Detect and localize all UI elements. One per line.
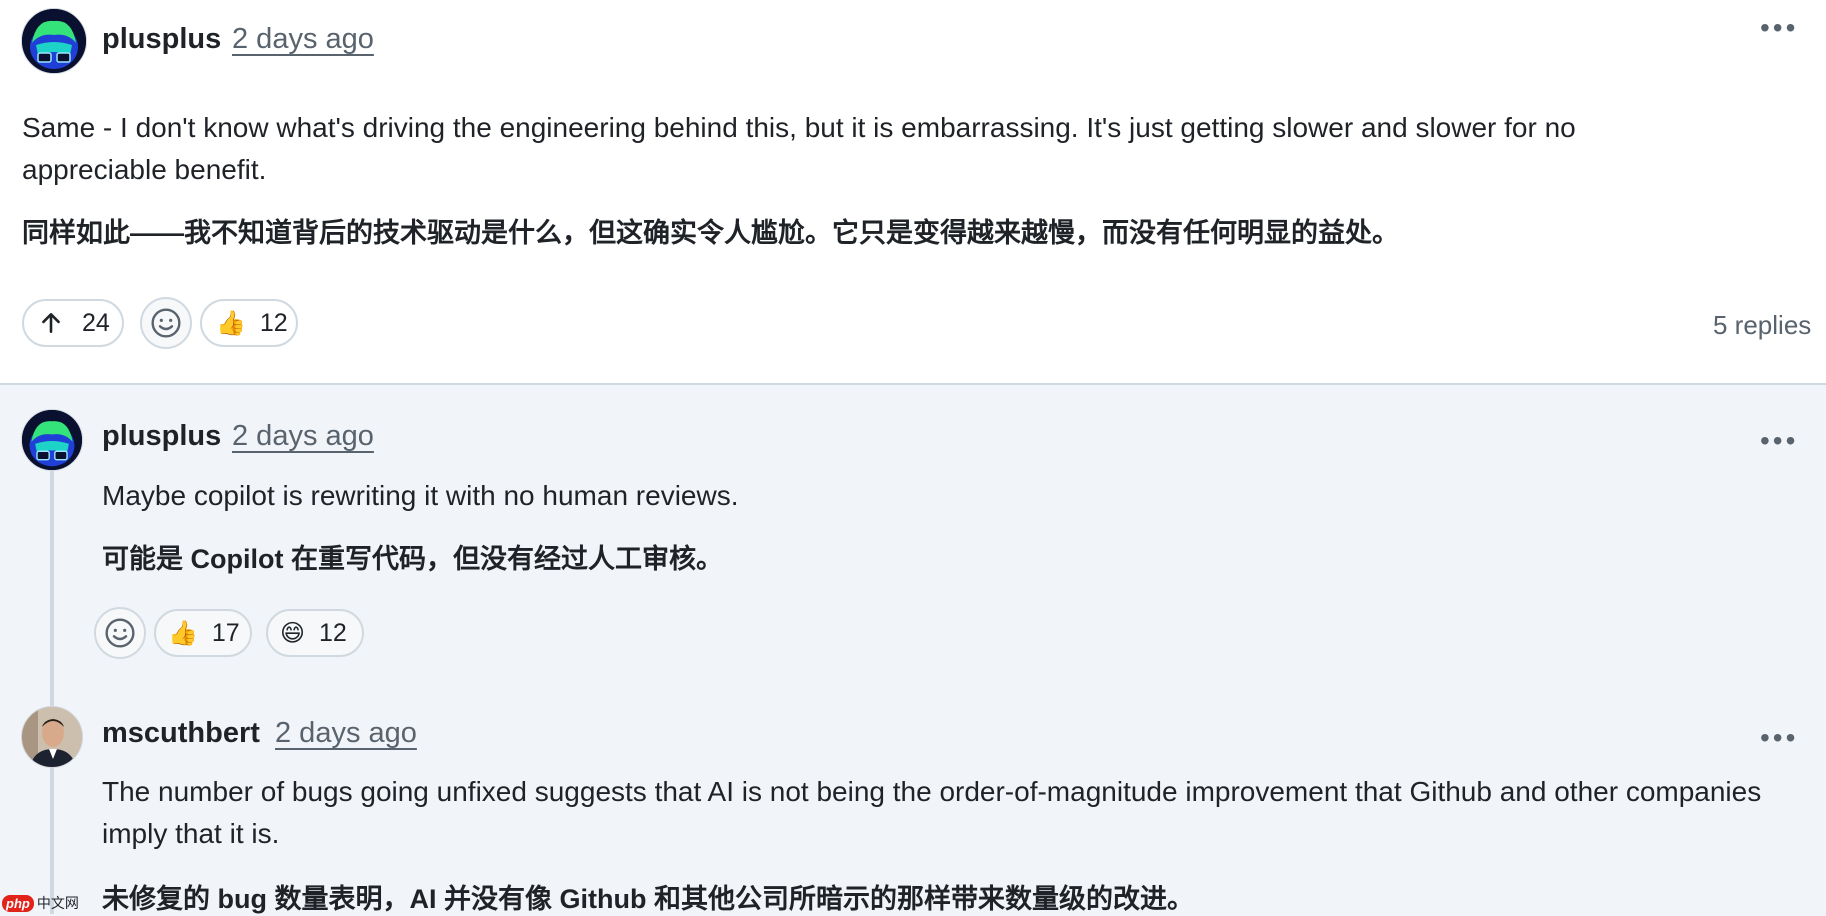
watermark-text: 中文网 xyxy=(36,895,79,911)
reply-avatar[interactable] xyxy=(21,706,83,768)
more-options-icon[interactable]: ••• xyxy=(1760,425,1798,457)
reply-avatar[interactable] xyxy=(21,409,83,471)
upvote-button[interactable]: 24 xyxy=(22,299,124,347)
watermark-logo-mark: php xyxy=(2,894,34,912)
reply-author[interactable]: plusplus xyxy=(102,420,221,453)
reaction-count: 12 xyxy=(259,308,288,337)
reply-body: The number of bugs going unfixed suggest… xyxy=(102,776,1762,849)
thread-line xyxy=(50,465,54,914)
avatar-image xyxy=(22,9,86,73)
thumbs-up-icon: 👍 xyxy=(168,619,198,647)
reply-timestamp[interactable]: 2 days ago xyxy=(232,420,374,453)
watermark-logo: php 中文网 xyxy=(2,893,79,913)
smiley-icon xyxy=(105,618,135,648)
reply-translation: 可能是 Copilot 在重写代码，但没有经过人工审核。 xyxy=(102,544,723,574)
thumbs-up-icon: 👍 xyxy=(216,309,246,337)
comment-author[interactable]: plusplus xyxy=(102,23,221,56)
comment-body: Same - I don't know what's driving the e… xyxy=(22,112,1576,185)
arrow-up-icon xyxy=(42,313,60,333)
reply-timestamp[interactable]: 2 days ago xyxy=(275,717,417,750)
reaction-thumbs-up[interactable]: 👍 12 xyxy=(200,299,298,347)
reply-body: Maybe copilot is rewriting it with no hu… xyxy=(102,480,739,511)
reaction-count: 17 xyxy=(211,618,240,647)
reaction-count: 12 xyxy=(319,618,347,647)
comment-timestamp[interactable]: 2 days ago xyxy=(232,23,374,56)
reply-translation: 未修复的 bug 数量表明，AI 并没有像 Github 和其他公司所暗示的那样… xyxy=(102,884,1194,914)
avatar-image xyxy=(22,410,82,470)
more-options-icon[interactable]: ••• xyxy=(1760,722,1798,754)
comment-translation: 同样如此——我不知道背后的技术驱动是什么，但这确实令人尴尬。它只是变得越来越慢，… xyxy=(22,218,1399,248)
upvote-count: 24 xyxy=(82,308,110,337)
replies-count[interactable]: 5 replies xyxy=(1713,310,1811,341)
avatar[interactable] xyxy=(21,8,87,74)
avatar-image xyxy=(22,707,82,767)
add-reaction-button[interactable] xyxy=(94,607,146,659)
add-reaction-button[interactable] xyxy=(140,297,192,349)
reaction-laugh[interactable]: 😄 12 xyxy=(266,609,364,657)
laugh-icon: 😄 xyxy=(280,619,306,647)
more-options-icon[interactable]: ••• xyxy=(1760,12,1798,44)
smiley-icon xyxy=(151,308,181,338)
reaction-thumbs-up[interactable]: 👍 17 xyxy=(154,609,252,657)
reply-author[interactable]: mscuthbert xyxy=(102,717,260,750)
